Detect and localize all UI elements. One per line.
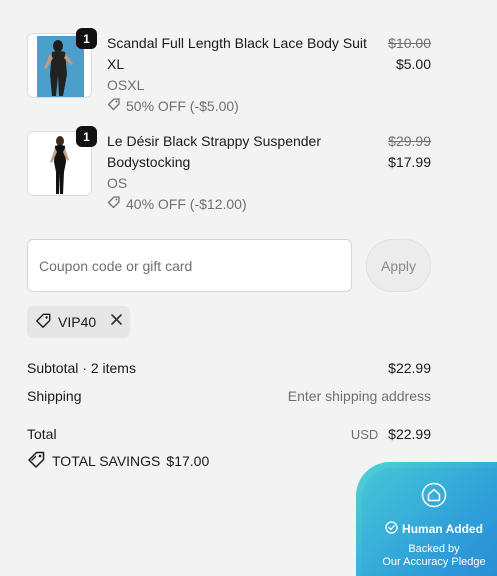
original-price: $29.99: [388, 133, 431, 149]
total-row: Total USD $22.99: [27, 424, 431, 445]
shipping-row: Shipping Enter shipping address: [27, 386, 431, 406]
total-value: $22.99: [388, 426, 431, 442]
product-title: Scandal Full Length Black Lace Body Suit…: [107, 35, 367, 72]
badge-line-1: Backed by: [408, 543, 460, 555]
line-item: 1 Le Désir Black Strappy Suspender Bodys…: [27, 126, 431, 212]
shipping-value: Enter shipping address: [287, 388, 431, 404]
savings-value: $17.00: [166, 453, 210, 469]
applied-code-label: VIP40: [58, 314, 97, 330]
sale-price: $5.00: [395, 56, 431, 72]
badge-title: Human Added: [402, 522, 483, 536]
discount-label: 40% OFF (-$12.00): [126, 196, 247, 212]
savings-label: TOTAL SAVINGS: [52, 453, 161, 469]
tag-icon: [107, 194, 121, 215]
discount-info: 40% OFF (-$12.00): [107, 194, 247, 215]
tag-icon: [107, 96, 121, 117]
discount-label: 50% OFF (-$5.00): [126, 98, 239, 114]
total-currency: USD: [350, 427, 379, 442]
apply-button[interactable]: Apply: [366, 239, 431, 292]
coupon-input[interactable]: [27, 239, 352, 292]
subtotal-label: Subtotal · 2 items: [27, 360, 136, 376]
discount-info: 50% OFF (-$5.00): [107, 96, 239, 117]
product-variant: OSXL: [107, 77, 145, 93]
close-icon[interactable]: [110, 313, 123, 331]
tag-icon: [35, 312, 52, 332]
badge-line-2: Our Accuracy Pledge: [382, 556, 486, 568]
subtotal-value: $22.99: [388, 360, 431, 376]
shipping-label: Shipping: [27, 388, 82, 404]
applied-discount-chip: VIP40: [27, 306, 130, 338]
tag-icon: [27, 450, 46, 472]
check-badge-icon: [385, 521, 398, 537]
subtotal-row: Subtotal · 2 items $22.99: [27, 358, 431, 378]
product-title: Le Désir Black Strappy Suspender Bodysto…: [107, 133, 321, 170]
total-label: Total: [27, 426, 57, 442]
product-variant: OS: [107, 175, 128, 191]
total-savings: TOTAL SAVINGS $17.00: [27, 450, 209, 472]
accuracy-pledge-badge[interactable]: Human Added Backed by Our Accuracy Pledg…: [356, 462, 497, 576]
quantity-badge: 1: [76, 28, 97, 49]
line-item: 1 Scandal Full Length Black Lace Body Su…: [27, 28, 431, 114]
quantity-badge: 1: [76, 126, 97, 147]
house-icon: [421, 482, 447, 513]
sale-price: $17.99: [388, 154, 431, 170]
original-price: $10.00: [388, 35, 431, 51]
